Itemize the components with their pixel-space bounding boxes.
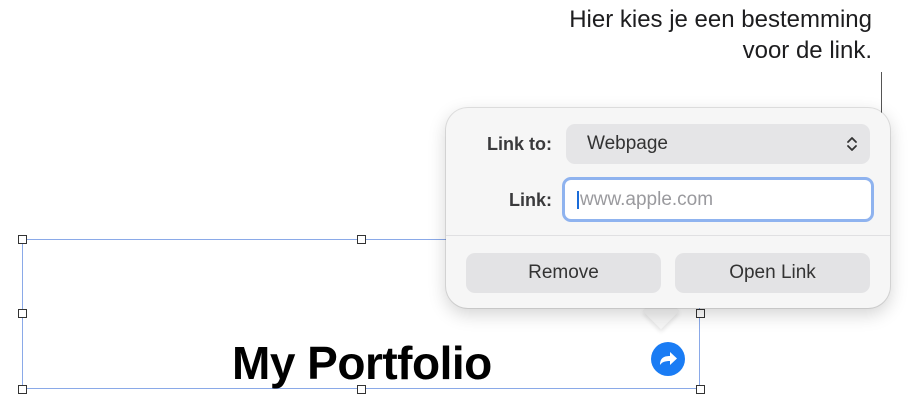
remove-link-button[interactable]: Remove bbox=[466, 253, 661, 293]
link-to-select-value: Webpage bbox=[587, 133, 668, 154]
portfolio-title[interactable]: My Portfolio bbox=[232, 336, 492, 390]
resize-handle-middle-right[interactable] bbox=[696, 309, 705, 318]
resize-handle-middle-left[interactable] bbox=[18, 309, 27, 318]
resize-handle-bottom-right[interactable] bbox=[696, 385, 705, 394]
link-to-label: Link to: bbox=[487, 134, 552, 154]
open-link-button[interactable]: Open Link bbox=[675, 253, 870, 293]
link-url-field[interactable] bbox=[562, 177, 874, 222]
callout-annotation: Hier kies je een bestemming voor de link… bbox=[452, 4, 872, 66]
resize-handle-top-left[interactable] bbox=[18, 235, 27, 244]
link-url-input[interactable] bbox=[580, 180, 860, 219]
callout-line-2: voor de link. bbox=[742, 37, 872, 64]
resize-handle-top-middle[interactable] bbox=[357, 235, 366, 244]
resize-handle-bottom-left[interactable] bbox=[18, 385, 27, 394]
link-to-select[interactable]: Webpage bbox=[566, 124, 870, 164]
canvas: Hier kies je een bestemming voor de link… bbox=[0, 0, 908, 414]
callout-line-1: Hier kies je een bestemming bbox=[569, 6, 872, 33]
text-caret bbox=[577, 191, 579, 209]
link-arrow-icon[interactable] bbox=[651, 342, 685, 376]
chevron-up-down-icon bbox=[847, 137, 857, 151]
popover-divider bbox=[446, 235, 890, 236]
link-label: Link: bbox=[509, 190, 552, 210]
